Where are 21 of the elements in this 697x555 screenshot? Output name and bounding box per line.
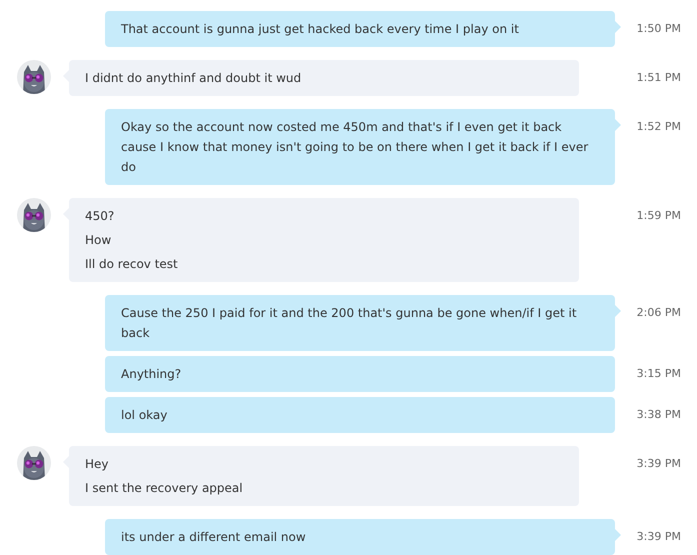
message-time: 3:39 PM [636, 457, 681, 470]
message-text: I didnt do anythinf and doubt it wud [85, 70, 302, 87]
message-text: I sent the recovery appeal [85, 480, 244, 497]
message-time: 1:59 PM [636, 209, 681, 222]
message-text: 450? [85, 208, 116, 225]
message-text: Cause the 250 I paid for it and the 200 that's gunna be gone when/if I get it back [121, 305, 578, 342]
message-time: 1:51 PM [636, 71, 681, 84]
message-text: Ill do recov test [85, 256, 179, 273]
message-time: 1:50 PM [636, 22, 681, 35]
message-time: 1:52 PM [636, 120, 681, 133]
message-text: Anything? [121, 366, 182, 383]
message-text: its under a different email now [121, 529, 307, 546]
message-text: That account is gunna just get hacked back every time I play on it [121, 21, 520, 38]
message-text: lol okay [121, 407, 168, 424]
message-text: Okay so the account now costed me 450m and that's if I even get it back cause I know that money isn't going to be on there when I get it back if I ever do [121, 119, 590, 176]
message-time: 3:15 PM [636, 367, 681, 380]
message-time: 3:39 PM [636, 530, 681, 543]
message-time: 3:38 PM [636, 408, 681, 421]
message-text: Hey [85, 456, 110, 473]
message-time: 2:06 PM [636, 306, 681, 319]
message-text: How [85, 232, 112, 249]
